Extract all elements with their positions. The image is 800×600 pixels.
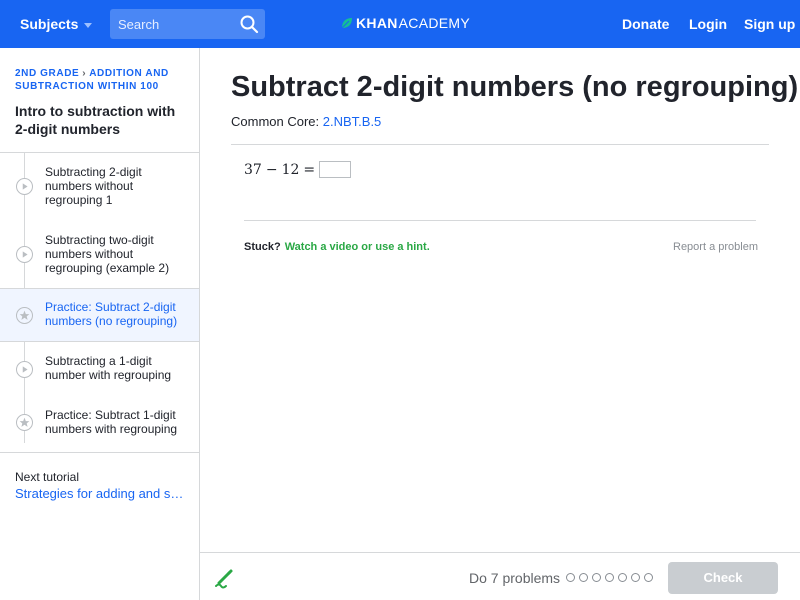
operand-a: 37 (244, 161, 262, 178)
progress-dot (605, 573, 614, 582)
star-icon (16, 307, 33, 324)
signup-link[interactable]: Sign up (744, 16, 795, 32)
minus-sign: − (265, 161, 278, 178)
divider (244, 220, 756, 221)
search-box (110, 9, 265, 39)
exercise-footer: Do 7 problems Check (200, 552, 800, 600)
common-core-link[interactable]: 2.NBT.B.5 (323, 114, 382, 129)
star-icon (16, 414, 33, 431)
common-core-label: Common Core: (231, 114, 320, 129)
donate-link[interactable]: Donate (622, 16, 669, 32)
tutorial-title: Intro to subtraction with 2-digit number… (15, 103, 176, 137)
leaf-logo-icon (341, 18, 352, 29)
problem-count-label: Do 7 problems (469, 570, 561, 586)
subjects-label: Subjects (20, 16, 79, 32)
khan-academy-logo[interactable]: KHAN ACADEMY (341, 15, 470, 31)
chevron-right-icon: › (82, 68, 87, 79)
sidebar-item-video-1[interactable]: Subtracting 2-digit numbers without regr… (0, 153, 199, 218)
search-icon[interactable] (239, 14, 259, 34)
breadcrumb: 2ND GRADE › ADDITION AND SUBTRACTION WITHI… (15, 67, 185, 93)
next-tutorial-label: Next tutorial (15, 470, 80, 484)
operand-b: 12 (281, 161, 300, 178)
next-tutorial-link[interactable]: Strategies for adding and subtracting wi… (15, 486, 185, 501)
chevron-down-icon (84, 22, 93, 28)
sidebar-item-label: Subtracting two-digit numbers without re… (45, 233, 170, 275)
divider (0, 452, 199, 453)
logo-text-khan: KHAN (356, 15, 398, 31)
play-icon (16, 361, 33, 378)
page-title: Subtract 2-digit numbers (no regrouping) (231, 71, 799, 103)
divider (231, 144, 769, 145)
sidebar-item-label: Subtracting a 1-digit number with regrou… (45, 354, 172, 382)
sidebar-item-practice-2[interactable]: Practice: Subtract 1-digit numbers with … (0, 394, 199, 454)
tutorial-sidebar: 2ND GRADE › ADDITION AND SUBTRACTION WITHI… (0, 48, 200, 600)
progress-dot (566, 573, 575, 582)
progress-dot (592, 573, 601, 582)
subjects-menu[interactable]: Subjects (20, 16, 93, 32)
breadcrumb-grade[interactable]: 2ND GRADE (15, 68, 79, 79)
problem-equation: 37 − 12 = (244, 161, 352, 178)
equals-sign: = (303, 161, 316, 178)
scratchpad-pencil-icon[interactable] (213, 567, 235, 589)
hint-row: Stuck? Watch a video or use a hint. (244, 241, 430, 253)
progress-dot (644, 573, 653, 582)
play-icon (16, 246, 33, 263)
check-button[interactable]: Check (668, 562, 778, 594)
progress-dots (566, 573, 653, 582)
top-navigation-bar: Subjects KHAN ACADEMY Donate Login Sign … (0, 0, 800, 48)
sidebar-item-label: Practice: Subtract 1-digit numbers with … (45, 408, 178, 436)
hint-link[interactable]: Watch a video or use a hint. (285, 241, 430, 253)
answer-input[interactable] (319, 161, 352, 178)
sidebar-item-label: Practice: Subtract 2-digit numbers (no r… (45, 300, 178, 328)
play-icon (16, 178, 33, 195)
logo-text-academy: ACADEMY (398, 15, 470, 31)
progress-dot (618, 573, 627, 582)
progress-dot (579, 573, 588, 582)
sidebar-item-label: Subtracting 2-digit numbers without regr… (45, 165, 142, 207)
sidebar-item-video-3[interactable]: Subtracting a 1-digit number with regrou… (0, 342, 199, 394)
progress-dot (631, 573, 640, 582)
stuck-label: Stuck? (244, 241, 281, 253)
login-link[interactable]: Login (689, 16, 727, 32)
sidebar-item-video-2[interactable]: Subtracting two-digit numbers without re… (0, 218, 199, 288)
common-core-standard: Common Core: 2.NBT.B.5 (231, 114, 381, 129)
report-problem-link[interactable]: Report a problem (673, 241, 758, 253)
sidebar-item-practice-active[interactable]: Practice: Subtract 2-digit numbers (no r… (0, 289, 199, 341)
